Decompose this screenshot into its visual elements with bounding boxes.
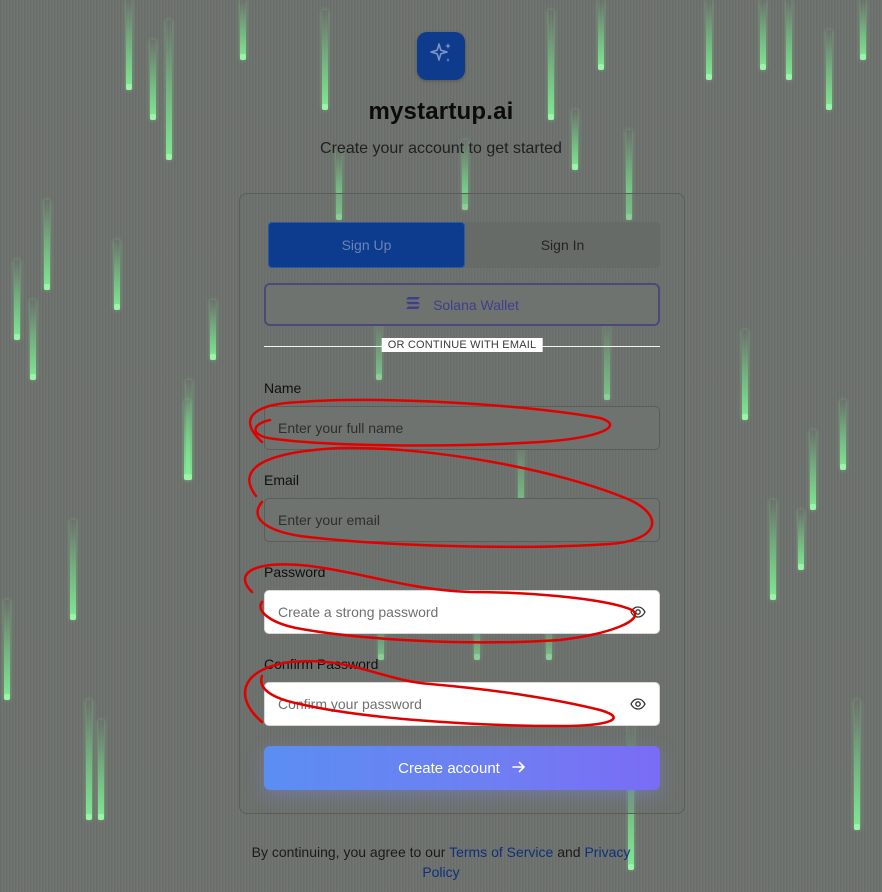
email-placeholder: Enter your email: [278, 512, 380, 528]
auth-tabs: Sign Up Sign In: [268, 222, 660, 268]
legal-footer: By continuing, you agree to our Terms of…: [0, 842, 882, 882]
solana-wallet-button[interactable]: Solana Wallet: [264, 283, 660, 326]
footer-line-1: By continuing, you agree to our Terms of…: [0, 842, 882, 862]
password-label: Password: [264, 564, 326, 580]
terms-link[interactable]: Terms of Service: [449, 844, 553, 860]
privacy-link-part2[interactable]: Policy: [422, 864, 459, 880]
tab-sign-in[interactable]: Sign In: [465, 222, 660, 268]
divider-text: OR CONTINUE WITH EMAIL: [381, 338, 543, 352]
eye-icon[interactable]: [630, 696, 646, 712]
app-logo: [417, 32, 465, 80]
signup-card: Sign Up Sign In Solana Wallet OR CONTINU…: [239, 193, 685, 814]
privacy-link-part1[interactable]: Privacy: [584, 844, 630, 860]
create-account-button[interactable]: Create account: [264, 746, 660, 790]
footer-line-2: Policy: [0, 862, 882, 882]
tab-sign-up[interactable]: Sign Up: [268, 222, 465, 268]
confirm-password-placeholder: Confirm your password: [278, 696, 422, 712]
email-input[interactable]: Enter your email: [264, 498, 660, 542]
password-placeholder: Create a strong password: [278, 604, 439, 620]
footer-conjunction: and: [557, 844, 581, 860]
confirm-password-input[interactable]: Confirm your password: [264, 682, 660, 726]
page-header: mystartup.ai Create your account to get …: [0, 32, 882, 158]
footer-prefix: By continuing, you agree to our: [251, 844, 446, 860]
password-input[interactable]: Create a strong password: [264, 590, 660, 634]
confirm-password-label: Confirm Password: [264, 656, 379, 672]
page-subtitle: Create your account to get started: [320, 140, 562, 157]
name-input[interactable]: Enter your full name: [264, 406, 660, 450]
email-label: Email: [264, 472, 300, 488]
sparkles-icon: [428, 41, 454, 72]
create-account-label: Create account: [398, 759, 500, 777]
arrow-right-icon: [512, 760, 526, 777]
name-placeholder: Enter your full name: [278, 420, 404, 436]
solana-wallet-label: Solana Wallet: [433, 296, 519, 313]
app-name: mystartup.ai: [368, 98, 514, 125]
solana-icon: [405, 296, 421, 313]
name-label: Name: [264, 380, 302, 396]
eye-icon[interactable]: [630, 604, 646, 620]
divider: OR CONTINUE WITH EMAIL: [264, 338, 660, 352]
